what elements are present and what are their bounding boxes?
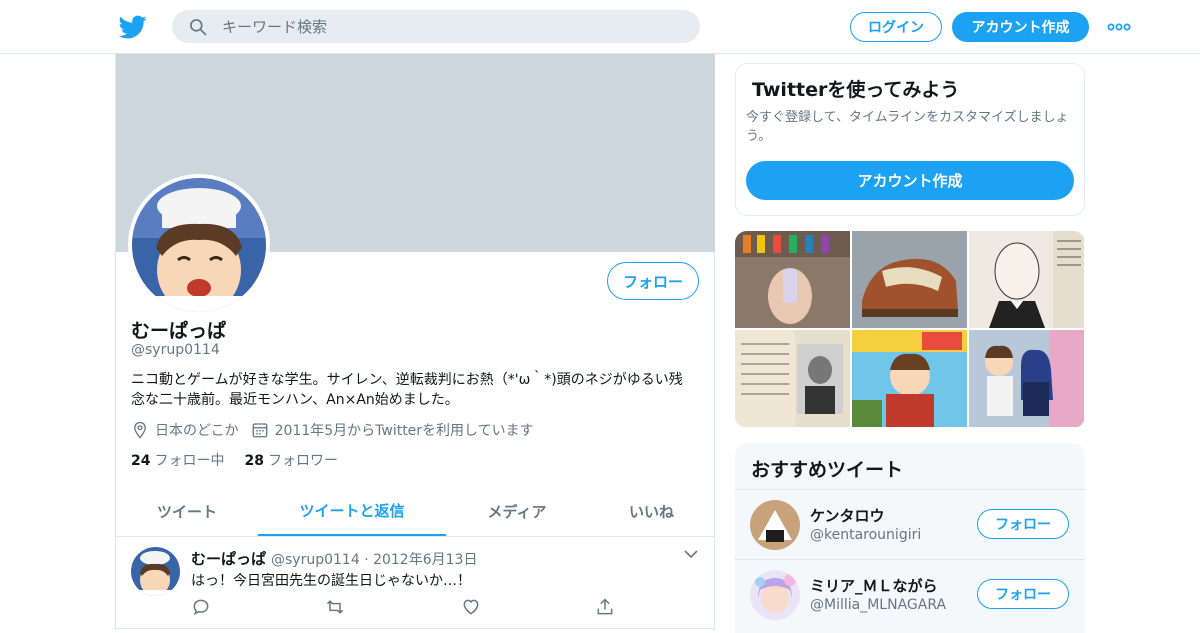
search-input[interactable]	[222, 10, 682, 43]
recommended-user[interactable]: ミリア_ＭＬながら @Millia_MLNAGARA フォロー	[735, 559, 1085, 629]
profile-stats: 24 フォロー中 28 フォロワー	[131, 450, 358, 470]
tweet-item[interactable]: むーぱっぱ @syrup0114 · 2012年6月13日 はっ！今日宮田先生の…	[116, 537, 715, 629]
tab-tweets-and-replies[interactable]: ツイートと返信	[258, 486, 446, 536]
heart-icon[interactable]	[461, 597, 481, 617]
recommended-user-avatar[interactable]	[750, 500, 800, 550]
retweet-icon[interactable]	[325, 597, 345, 617]
location-pin-icon	[134, 421, 146, 439]
tweet-author-name[interactable]: むーぱっぱ	[191, 548, 266, 569]
profile-column: フォロー むーぱっぱ @syrup0114 ニコ動とゲームが好きな学生。サイレン…	[115, 54, 715, 630]
share-icon[interactable]	[595, 597, 615, 617]
calendar-icon	[252, 423, 268, 438]
recommended-tweets: おすすめツイート ケンタロウ @kentarounigiri フォロー ミリア_…	[735, 443, 1085, 633]
follow-button[interactable]: フォロー	[977, 509, 1069, 539]
profile-handle[interactable]: @syrup0114	[131, 342, 220, 358]
follow-button[interactable]: フォロー	[607, 262, 699, 300]
search-icon	[190, 19, 207, 36]
media-thumbnail[interactable]	[969, 330, 1084, 427]
followers-stat[interactable]: 28 フォロワー	[244, 450, 337, 470]
tab-likes[interactable]: いいね	[588, 486, 715, 536]
login-button[interactable]: ログイン	[850, 12, 942, 42]
following-stat[interactable]: 24 フォロー中	[131, 450, 224, 470]
profile-tabs: ツイート ツイートと返信 メディア いいね	[116, 486, 715, 537]
reply-icon[interactable]	[191, 597, 211, 617]
media-thumbnail[interactable]	[735, 330, 850, 427]
tweet-meta[interactable]: @syrup0114 · 2012年6月13日	[271, 549, 477, 569]
more-options-icon[interactable]	[1106, 19, 1132, 35]
recommended-user-name[interactable]: ミリア_ＭＬながら	[810, 575, 938, 596]
signup-card-description: 今すぐ登録して、タイムラインをカスタマイズしましょう。	[746, 110, 1069, 144]
profile-joined-date: 2011年5月からTwitterを利用しています	[274, 423, 534, 439]
media-grid	[735, 231, 1085, 428]
tweet-actions	[191, 597, 631, 619]
top-navigation-bar: ログイン アカウント作成	[0, 0, 1200, 54]
signup-button[interactable]: アカウント作成	[952, 12, 1089, 42]
recommended-user-handle[interactable]: @Millia_MLNAGARA	[810, 597, 946, 613]
recommended-user-handle[interactable]: @kentarounigiri	[810, 527, 921, 543]
recommended-title: おすすめツイート	[751, 459, 904, 481]
avatar-image	[132, 178, 266, 312]
profile-display-name: むーぱっぱ	[131, 320, 227, 342]
media-thumbnail[interactable]	[735, 231, 850, 328]
profile-meta: 日本のどこか 2011年5月からTwitterを利用しています	[131, 420, 546, 440]
tab-tweets[interactable]: ツイート	[116, 486, 258, 536]
tweet-avatar[interactable]	[131, 547, 180, 596]
profile-avatar[interactable]	[128, 174, 270, 316]
signup-card: Twitterを使ってみよう 今すぐ登録して、タイムラインをカスタマイズしましょ…	[735, 63, 1085, 216]
following-count: 24	[131, 453, 151, 469]
signup-card-button[interactable]: アカウント作成	[746, 161, 1074, 200]
media-thumbnail[interactable]	[969, 231, 1084, 328]
search-box[interactable]	[172, 10, 700, 43]
tweet-text: はっ！今日宮田先生の誕生日じゃないか…！	[191, 573, 471, 589]
media-thumbnail[interactable]	[852, 231, 967, 328]
tab-media[interactable]: メディア	[446, 486, 588, 536]
twitter-bird-icon[interactable]	[119, 13, 147, 41]
recommended-user[interactable]: ケンタロウ @kentarounigiri フォロー	[735, 489, 1085, 559]
chevron-down-icon[interactable]	[684, 549, 698, 559]
follow-button[interactable]: フォロー	[977, 579, 1069, 609]
signup-card-title: Twitterを使ってみよう	[752, 79, 960, 101]
media-thumbnail[interactable]	[852, 330, 967, 427]
followers-label: フォロワー	[267, 453, 338, 469]
following-label: フォロー中	[154, 453, 225, 469]
followers-count: 28	[244, 453, 264, 469]
tweet-header: むーぱっぱ @syrup0114 · 2012年6月13日	[191, 548, 477, 569]
profile-location: 日本のどこか	[155, 423, 239, 439]
profile-bio: ニコ動とゲームが好きな学生。サイレン、逆転裁判にお熱（*'ω｀*)頭のネジがゆる…	[131, 372, 683, 408]
recommended-user-name[interactable]: ケンタロウ	[810, 505, 885, 526]
recommended-user-avatar[interactable]	[750, 570, 800, 620]
